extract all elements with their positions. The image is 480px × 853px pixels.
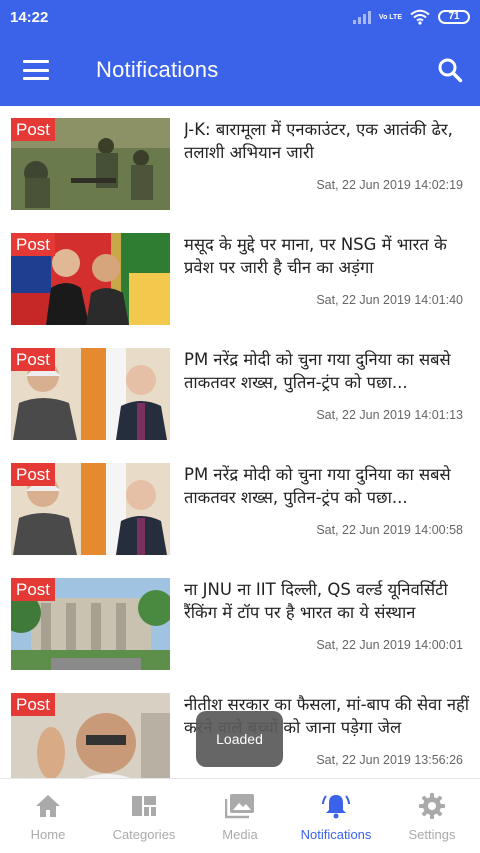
bottom-navigation: Home Categories Media Notifications Sett… bbox=[0, 778, 480, 853]
notification-title: मसूद के मुद्दे पर माना, पर NSG में भारत … bbox=[184, 234, 447, 277]
thumbnail: Post bbox=[11, 692, 170, 778]
thumbnail: Post bbox=[11, 347, 170, 440]
list-item[interactable]: Post मसूद के मुद्दे पर माना, पर NSG में … bbox=[0, 220, 480, 336]
home-icon bbox=[33, 791, 63, 821]
media-icon bbox=[225, 791, 255, 821]
post-badge: Post bbox=[11, 118, 56, 141]
nav-item-home[interactable]: Home bbox=[0, 779, 96, 853]
notification-date: Sat, 22 Jun 2019 14:00:58 bbox=[316, 522, 463, 537]
nav-label: Home bbox=[30, 827, 66, 842]
post-badge: Post bbox=[11, 232, 56, 256]
categories-icon bbox=[129, 791, 159, 821]
notification-date: Sat, 22 Jun 2019 14:01:13 bbox=[316, 407, 463, 422]
loaded-toast: Loaded bbox=[196, 711, 283, 767]
status-bar: 14:22 Vo LTE 71 bbox=[0, 0, 480, 34]
thumbnail: Post bbox=[11, 577, 170, 670]
notification-title: J-K: बारामूला में एनकाउंटर, एक आतंकी ढेर… bbox=[184, 120, 453, 162]
nav-item-categories[interactable]: Categories bbox=[96, 779, 192, 853]
thumbnail: Post bbox=[11, 118, 170, 210]
app-bar: Notifications bbox=[0, 34, 480, 106]
nav-label: Media bbox=[222, 827, 258, 842]
nav-label: Notifications bbox=[300, 827, 372, 842]
list-item[interactable]: Post PM नरेंद्र मोदी को चुना गया दुनिया … bbox=[0, 450, 480, 566]
notification-date: Sat, 22 Jun 2019 13:56:26 bbox=[316, 752, 463, 767]
nav-item-notifications[interactable]: Notifications bbox=[288, 779, 384, 853]
post-badge: Post bbox=[11, 692, 56, 716]
status-icons: Vo LTE 71 bbox=[352, 9, 470, 25]
notification-date: Sat, 22 Jun 2019 14:02:19 bbox=[316, 178, 463, 192]
notification-title: ना JNU ना IIT दिल्ली, QS वर्ल्ड यूनिवर्स… bbox=[184, 579, 448, 622]
thumbnail: Post bbox=[11, 232, 170, 325]
bell-icon bbox=[321, 791, 351, 821]
search-icon bbox=[438, 58, 463, 83]
nav-label: Categories bbox=[112, 827, 176, 842]
notification-title: PM नरेंद्र मोदी को चुना गया दुनिया का सब… bbox=[184, 464, 451, 507]
notification-date: Sat, 22 Jun 2019 14:00:01 bbox=[316, 637, 463, 652]
post-badge: Post bbox=[11, 577, 56, 601]
search-button[interactable] bbox=[420, 34, 480, 106]
nav-label: Settings bbox=[408, 827, 456, 842]
list-item[interactable]: Post J-K: बारामूला में एनकाउंटर, एक आतंक… bbox=[0, 106, 480, 221]
hamburger-icon bbox=[23, 60, 49, 80]
post-badge: Post bbox=[11, 347, 56, 371]
nav-item-settings[interactable]: Settings bbox=[384, 779, 480, 853]
gear-icon bbox=[417, 791, 447, 821]
status-time: 14:22 bbox=[10, 8, 49, 26]
thumbnail: Post bbox=[11, 462, 170, 555]
menu-button[interactable] bbox=[0, 34, 72, 106]
list-item[interactable]: Post PM नरेंद्र मोदी को चुना गया दुनिया … bbox=[0, 335, 480, 451]
battery-indicator: 71 bbox=[438, 10, 470, 24]
page-title: Notifications bbox=[96, 57, 219, 82]
notification-list[interactable]: Post J-K: बारामूला में एनकाउंटर, एक आतंक… bbox=[0, 106, 480, 778]
signal-icon bbox=[352, 10, 371, 24]
notification-title: PM नरेंद्र मोदी को चुना गया दुनिया का सब… bbox=[184, 349, 451, 392]
wifi-icon bbox=[410, 9, 430, 25]
list-item[interactable]: Post ना JNU ना IIT दिल्ली, QS वर्ल्ड यून… bbox=[0, 565, 480, 681]
nav-item-media[interactable]: Media bbox=[192, 779, 288, 853]
post-badge: Post bbox=[11, 462, 56, 486]
notification-date: Sat, 22 Jun 2019 14:01:40 bbox=[316, 292, 463, 307]
network-type: Vo LTE bbox=[378, 13, 402, 21]
